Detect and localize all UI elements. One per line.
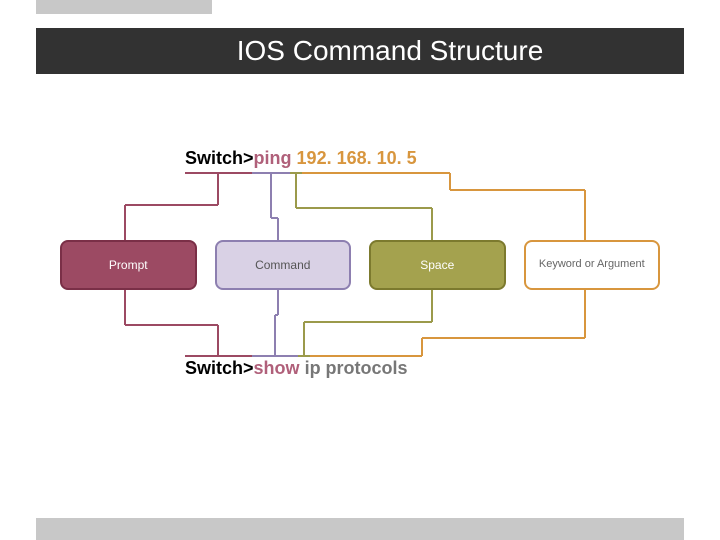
title-bar: IOS Command Structure <box>36 28 684 74</box>
top-command-line: Switch>ping 192. 168. 10. 5 <box>185 148 417 169</box>
diagram: Switch>ping 192. 168. 10. 5 Prompt Comma… <box>60 130 660 430</box>
top-argument: 192. 168. 10. 5 <box>297 148 417 168</box>
box-keyword: Keyword or Argument <box>524 240 661 290</box>
box-prompt: Prompt <box>60 240 197 290</box>
box-space: Space <box>369 240 506 290</box>
top-prompt: Switch> <box>185 148 254 168</box>
bottom-prompt: Switch> <box>185 358 254 378</box>
category-boxes: Prompt Command Space Keyword or Argument <box>60 240 660 290</box>
slide-title: IOS Command Structure <box>237 35 544 67</box>
bottom-command-line: Switch>show ip protocols <box>185 358 408 379</box>
decorative-top-bar <box>36 0 212 14</box>
bottom-keyword: ip protocols <box>305 358 408 378</box>
decorative-bottom-bar <box>36 518 684 540</box>
bottom-command: show <box>254 358 300 378</box>
box-command: Command <box>215 240 352 290</box>
top-command: ping <box>254 148 292 168</box>
